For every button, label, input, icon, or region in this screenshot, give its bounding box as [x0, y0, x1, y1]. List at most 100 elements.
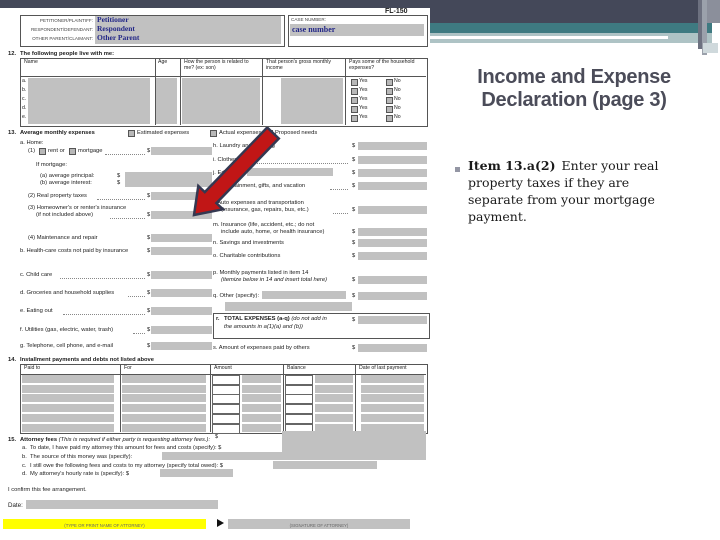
yes-checkbox[interactable]	[351, 79, 358, 86]
leader-dots	[330, 184, 348, 190]
dollar-sign: $	[147, 308, 151, 314]
amount-field[interactable]	[242, 423, 281, 432]
estimated-checkbox[interactable]	[128, 130, 135, 137]
row-letter: e.	[22, 114, 27, 120]
no-checkbox[interactable]	[386, 97, 393, 104]
amount-field[interactable]	[358, 169, 427, 177]
date-field[interactable]	[361, 413, 424, 422]
paid-to-field[interactable]	[22, 384, 114, 393]
balance-cell[interactable]: $	[285, 413, 313, 430]
amount-cell[interactable]: $	[212, 375, 240, 391]
total-expenses-label: TOTAL EXPENSES (a-q) (do not add in	[224, 316, 327, 322]
income-fields[interactable]	[281, 78, 343, 124]
balance-field[interactable]	[315, 394, 353, 403]
other-specify-field[interactable]	[262, 291, 346, 299]
balance-field[interactable]	[315, 413, 353, 422]
amount-field[interactable]	[358, 316, 427, 324]
paid-to-field[interactable]	[22, 404, 114, 413]
age-fields[interactable]	[156, 78, 177, 124]
for-field[interactable]	[122, 423, 206, 432]
amount-field[interactable]	[358, 252, 427, 260]
for-field[interactable]	[122, 404, 206, 413]
amount-cell[interactable]: $	[212, 384, 240, 401]
amount-field[interactable]	[151, 342, 212, 350]
yes-checkbox[interactable]	[351, 115, 358, 122]
for-field[interactable]	[122, 375, 206, 383]
signature-pointer-icon	[217, 519, 224, 527]
related-fields[interactable]	[182, 78, 260, 124]
maintenance-label: (4) Maintenance and repair	[28, 235, 98, 241]
amount-cell[interactable]: $	[212, 394, 240, 410]
amount-field[interactable]	[358, 142, 427, 150]
balance-cell[interactable]: $	[285, 384, 313, 401]
amount-field[interactable]	[358, 276, 427, 284]
amount-field[interactable]	[358, 182, 427, 190]
hourly-rate-field[interactable]	[160, 469, 233, 477]
date-field[interactable]	[361, 375, 424, 383]
no-checkbox[interactable]	[386, 79, 393, 86]
no-checkbox[interactable]	[386, 106, 393, 113]
amount-field[interactable]	[242, 404, 281, 413]
telephone-label: g. Telephone, cell phone, and e-mail	[20, 343, 114, 349]
amount-field[interactable]	[151, 234, 212, 242]
amount-field[interactable]	[358, 228, 427, 236]
amount-field[interactable]	[242, 394, 281, 403]
date-field[interactable]	[26, 500, 218, 509]
source-field[interactable]	[162, 452, 426, 460]
balance-field[interactable]	[315, 375, 353, 383]
amount-field[interactable]	[151, 307, 212, 315]
for-field[interactable]	[122, 413, 206, 422]
childcare-label: c. Child care	[20, 272, 53, 278]
name-fields[interactable]	[28, 78, 150, 124]
amount-field[interactable]	[358, 292, 427, 300]
col-paid-to: Paid to	[24, 365, 41, 371]
amount-field[interactable]	[242, 384, 281, 393]
date-field[interactable]	[361, 394, 424, 403]
balance-cell[interactable]: $	[285, 404, 313, 420]
for-field[interactable]	[122, 384, 206, 393]
balance-cell[interactable]: $	[285, 394, 313, 410]
item15a-letter: a.	[22, 445, 27, 451]
paid-to-field[interactable]	[22, 394, 114, 403]
paid-to-field[interactable]	[22, 423, 114, 432]
yes-checkbox[interactable]	[351, 88, 358, 95]
balance-field[interactable]	[315, 404, 353, 413]
leader-dots	[110, 213, 145, 219]
amount-cell[interactable]: $	[212, 413, 240, 430]
amount-cell[interactable]: $	[212, 423, 240, 440]
owed-field[interactable]	[273, 461, 377, 469]
estimated-label: Estimated expenses	[137, 130, 190, 136]
yes-checkbox[interactable]	[351, 106, 358, 113]
balance-cell[interactable]: $	[285, 375, 313, 391]
dollar-sign: $	[117, 180, 121, 186]
amount-field[interactable]	[358, 239, 427, 247]
other-specify-field2[interactable]	[225, 302, 352, 311]
paid-to-field[interactable]	[22, 413, 114, 422]
amount-field[interactable]	[151, 289, 212, 297]
no-checkbox[interactable]	[386, 88, 393, 95]
amount-field[interactable]	[151, 271, 212, 279]
col-related: How the person is related to me? (ex: so…	[184, 59, 249, 71]
date-field[interactable]	[361, 404, 424, 413]
amount-field[interactable]	[358, 156, 427, 164]
balance-field[interactable]	[315, 384, 353, 393]
amount-cell[interactable]: $	[212, 404, 240, 420]
dollar-sign: $	[352, 293, 356, 299]
amount-field[interactable]	[358, 206, 427, 214]
rent-checkbox[interactable]	[39, 148, 46, 155]
amount-field[interactable]	[151, 326, 212, 334]
groceries-label: d. Groceries and household supplies	[20, 290, 115, 296]
attorney-fees-field[interactable]	[282, 431, 426, 452]
amount-field[interactable]	[242, 375, 281, 383]
amount-field[interactable]	[151, 247, 212, 255]
dollar-sign: $	[117, 173, 121, 179]
no-checkbox[interactable]	[386, 115, 393, 122]
amount-field[interactable]	[242, 413, 281, 422]
yes-checkbox[interactable]	[351, 97, 358, 104]
date-field[interactable]	[361, 384, 424, 393]
mortgage-checkbox[interactable]	[69, 148, 76, 155]
amount-field[interactable]	[358, 344, 427, 352]
dollar-sign: $	[147, 235, 151, 241]
for-field[interactable]	[122, 394, 206, 403]
paid-to-field[interactable]	[22, 375, 114, 383]
